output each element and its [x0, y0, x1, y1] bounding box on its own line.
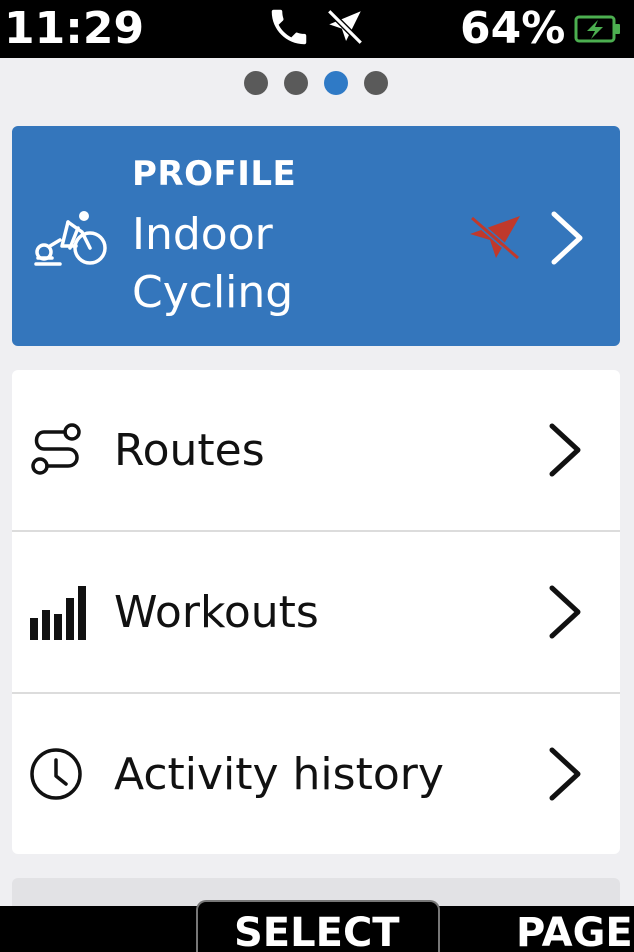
- page-softkey[interactable]: PAGE: [516, 910, 633, 952]
- gps-disabled-icon: [464, 212, 526, 266]
- menu-item-routes[interactable]: Routes: [12, 370, 620, 530]
- chevron-right-icon: [546, 210, 586, 270]
- battery-charging-icon: [574, 14, 622, 48]
- softkey-bar: SELECT PAGE: [0, 900, 634, 952]
- menu-list: Routes Workouts Activity history: [12, 370, 620, 854]
- profile-card[interactable]: PROFILE Indoor Cycling: [12, 126, 620, 346]
- route-icon: [28, 422, 88, 482]
- profile-name-line1: Indoor: [132, 209, 273, 260]
- clock-icon: [28, 746, 84, 806]
- menu-label: Workouts: [114, 587, 319, 638]
- chevron-right-icon: [542, 420, 586, 484]
- menu-item-workouts[interactable]: Workouts: [12, 532, 620, 692]
- page-dot: [284, 71, 308, 95]
- chevron-right-icon: [542, 744, 586, 808]
- menu-label: Activity history: [114, 749, 444, 800]
- battery-percent: 64%: [460, 3, 566, 54]
- indoor-bike-icon: [30, 206, 120, 274]
- select-softkey[interactable]: SELECT: [234, 910, 400, 952]
- status-bar: 11:29 64%: [0, 0, 634, 58]
- profile-kicker: PROFILE: [132, 154, 297, 194]
- chevron-right-icon: [542, 582, 586, 646]
- page-dot: [364, 71, 388, 95]
- menu-label: Routes: [114, 425, 265, 476]
- phone-icon: [266, 4, 312, 54]
- menu-item-activity-history[interactable]: Activity history: [12, 694, 620, 854]
- page-dot: [244, 71, 268, 95]
- gps-off-icon: [324, 6, 366, 52]
- page-dot-active: [324, 71, 348, 95]
- workout-bars-icon: [28, 584, 90, 646]
- profile-name-line2: Cycling: [132, 267, 294, 318]
- status-time: 11:29: [4, 3, 145, 54]
- page-indicator: [0, 70, 634, 96]
- profile-name: Indoor Cycling: [132, 206, 452, 322]
